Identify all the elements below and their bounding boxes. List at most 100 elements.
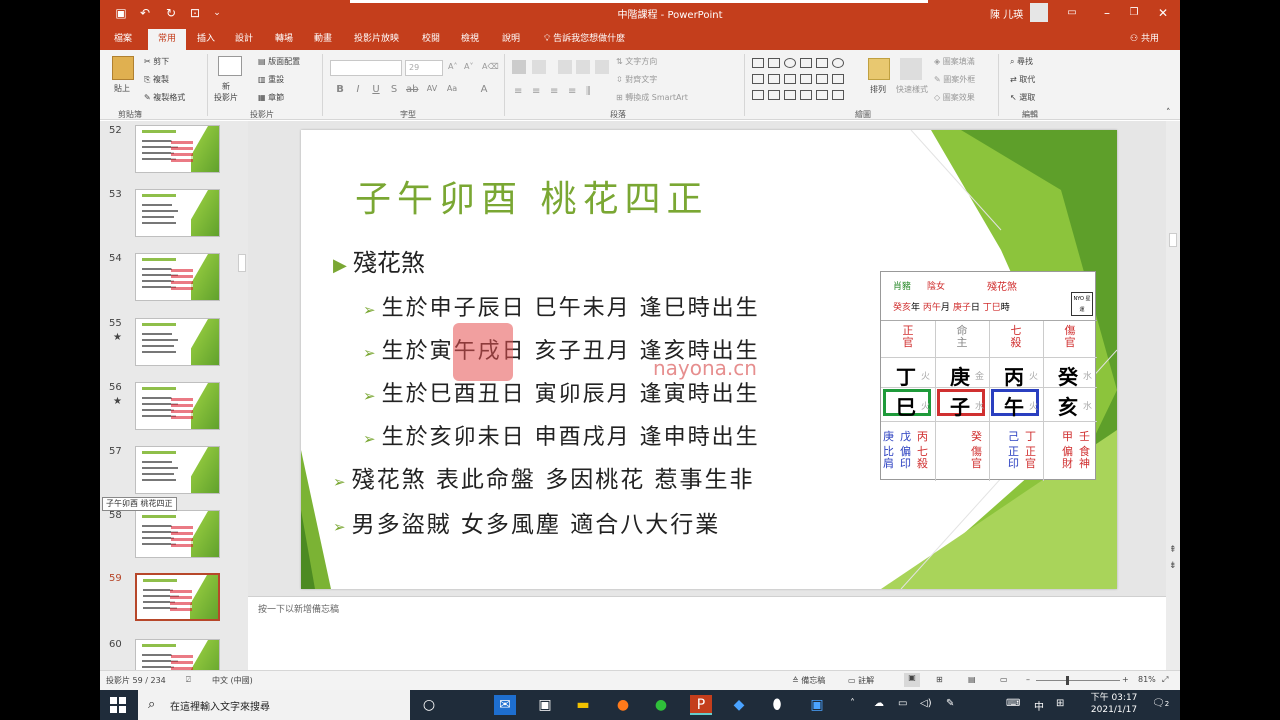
tab-transitions[interactable]: 轉場	[271, 31, 297, 47]
shapes-gallery[interactable]	[752, 56, 856, 104]
next-slide-icon[interactable]: ⇟	[1169, 561, 1177, 571]
arrange-icon[interactable]	[868, 58, 890, 80]
brace-shape-icon[interactable]	[816, 90, 828, 100]
brace-shape-icon[interactable]	[800, 90, 812, 100]
bullet-main[interactable]: ▶ 殘花煞	[333, 243, 425, 278]
collapse-ribbon-icon[interactable]: ˄	[1166, 108, 1171, 118]
bullets-icon[interactable]	[512, 60, 526, 74]
slide-thumbnail[interactable]	[135, 125, 220, 173]
reset-button[interactable]: ▥ 重設	[258, 74, 284, 85]
rectangle-shape-icon[interactable]	[768, 58, 780, 68]
ribbon-display-icon[interactable]: ▭	[1062, 4, 1082, 22]
shape-outline-button[interactable]: ✎ 圖案外框	[934, 74, 975, 85]
ime-indicator[interactable]: 中	[1034, 698, 1044, 713]
decrease-indent-icon[interactable]	[558, 60, 572, 74]
tab-design[interactable]: 設計	[231, 31, 257, 47]
bazi-chart[interactable]: 肖豬 陰女 殘花煞 癸亥年 丙午月 庚子日 丁巳時 NYO 星運 正 官丁火巳火…	[880, 271, 1097, 481]
shape-effects-button[interactable]: ◇ 圖案效果	[934, 92, 975, 103]
keyboard-icon[interactable]: ⌨	[1006, 698, 1020, 709]
close-icon[interactable]: ✕	[1153, 4, 1173, 22]
increase-indent-icon[interactable]	[576, 60, 590, 74]
quick-styles-icon[interactable]	[900, 58, 922, 80]
redo-icon[interactable]: ↻	[162, 5, 180, 21]
tell-me-search[interactable]: 💡︎ 告訴我您想做什麼	[540, 31, 629, 47]
font-name-input[interactable]	[330, 60, 402, 76]
restore-icon[interactable]: ❐	[1124, 4, 1144, 22]
app-box-icon[interactable]: ▣	[806, 695, 828, 715]
share-button[interactable]: ⚇ 共用	[1130, 31, 1159, 44]
tray-overflow-icon[interactable]: ˄	[850, 698, 855, 709]
slide-canvas[interactable]: 子午卯酉 桃花四正 ▶ 殘花煞 ➢ 生於申子辰日 巳午未月 逢巳時出生 ➢ 生於寅午戌…	[301, 130, 1117, 589]
bold-icon[interactable]: B	[334, 84, 346, 95]
tab-review[interactable]: 校閱	[418, 31, 444, 47]
zoom-slider-thumb[interactable]	[1066, 676, 1069, 685]
sub-bullet-3[interactable]: ➢ 生於巳酉丑日 寅卯辰月 逢寅時出生	[363, 376, 760, 408]
notes-toggle[interactable]: ≙ 備忘稿	[792, 675, 825, 686]
fit-slide-icon[interactable]: ⤢	[1162, 675, 1168, 685]
clear-format-icon[interactable]: A⌫	[482, 62, 499, 71]
slide-title[interactable]: 子午卯酉 桃花四正	[355, 170, 708, 222]
tab-slideshow[interactable]: 投影片放映	[350, 31, 403, 47]
char-spacing-icon[interactable]: AV	[426, 84, 438, 93]
shape-fill-button[interactable]: ◈ 圖案填滿	[934, 56, 975, 67]
speaker-icon[interactable]: ◁)	[920, 698, 932, 709]
line-shape-icon[interactable]	[800, 58, 812, 68]
slide-sorter-icon[interactable]: ⊞	[936, 675, 943, 684]
paste-icon[interactable]	[112, 56, 134, 80]
slide-thumbnail[interactable]	[135, 382, 220, 430]
editor-scrollbar[interactable]: ⇞ ⇟	[1166, 121, 1180, 670]
cloud-icon[interactable]: ☁	[874, 698, 884, 709]
tab-file[interactable]: 檔案	[110, 31, 136, 47]
section-button[interactable]: ▦ 章節	[258, 92, 284, 103]
customize-qat-icon[interactable]: ⌄	[208, 5, 226, 21]
notification-icon[interactable]: 🗨︎2	[1152, 698, 1169, 709]
zoom-level[interactable]: 81%	[1138, 675, 1156, 684]
pen-icon[interactable]: ✎	[946, 698, 954, 709]
find-button[interactable]: ⌕ 尋找	[1010, 56, 1033, 67]
change-case-icon[interactable]: Aa	[446, 84, 458, 93]
spellcheck-icon[interactable]: ⍁	[186, 675, 191, 685]
align-center-icon[interactable]: ≡	[532, 86, 540, 97]
numbering-icon[interactable]	[532, 60, 546, 74]
slideshow-view-icon[interactable]: ▭	[1000, 675, 1008, 684]
brace-shape-icon[interactable]	[784, 90, 796, 100]
sub-bullet-4[interactable]: ➢ 生於亥卯未日 申酉戌月 逢申時出生	[363, 419, 760, 451]
smartart-button[interactable]: ⊞ 轉換成 SmartArt	[616, 92, 688, 103]
thumbnail-scroll-thumb[interactable]	[238, 254, 246, 272]
slide-thumbnail[interactable]	[135, 446, 220, 494]
arrow-shape-icon[interactable]	[816, 74, 828, 84]
avatar[interactable]	[1030, 3, 1048, 22]
taskbar-search[interactable]: ⌕ 在這裡輸入文字來搜尋	[138, 690, 410, 720]
arrow-shape-icon[interactable]	[800, 74, 812, 84]
reading-view-icon[interactable]: ▤	[968, 675, 976, 684]
copy-button[interactable]: ⎘ 複製	[144, 74, 169, 85]
curve-shape-icon[interactable]	[768, 90, 780, 100]
triangle-shape-icon[interactable]	[752, 74, 764, 84]
columns-icon[interactable]: ⫼	[586, 86, 591, 97]
curve-shape-icon[interactable]	[752, 90, 764, 100]
prev-slide-icon[interactable]: ⇞	[1169, 545, 1177, 555]
comments-toggle[interactable]: ▭ 註解	[848, 675, 874, 686]
notes-pane[interactable]: 按一下以新增備忘稿	[248, 596, 1166, 670]
normal-view-icon[interactable]: ▣	[904, 673, 920, 687]
line-spacing-icon[interactable]	[595, 60, 609, 74]
slide-thumbnail[interactable]	[135, 318, 220, 366]
minimize-icon[interactable]: –	[1097, 4, 1117, 22]
shadow-icon[interactable]: S	[388, 84, 400, 95]
store-app-icon[interactable]: ▣	[534, 695, 556, 715]
arrow-shape-icon[interactable]	[816, 58, 828, 68]
select-button[interactable]: ↖ 選取	[1010, 92, 1035, 103]
cut-button[interactable]: ✂ 剪下	[144, 56, 169, 67]
new-slide-button[interactable]: 新 投影片	[214, 81, 238, 103]
align-left-icon[interactable]: ≡	[514, 86, 522, 97]
sub-bullet-1[interactable]: ➢ 生於申子辰日 巳午未月 逢巳時出生	[363, 290, 760, 322]
windows-start-icon[interactable]	[110, 697, 126, 713]
callout-shape-icon[interactable]	[832, 74, 844, 84]
justify-icon[interactable]: ≡	[568, 86, 576, 97]
zoom-slider[interactable]	[1036, 680, 1120, 681]
app-shield-icon[interactable]: ◆	[728, 695, 750, 715]
editor-scroll-thumb[interactable]	[1169, 233, 1177, 247]
text-direction-button[interactable]: ⇅ 文字方向	[616, 56, 657, 67]
new-slide-icon[interactable]	[218, 56, 242, 76]
font-color-icon[interactable]: A	[478, 84, 490, 95]
